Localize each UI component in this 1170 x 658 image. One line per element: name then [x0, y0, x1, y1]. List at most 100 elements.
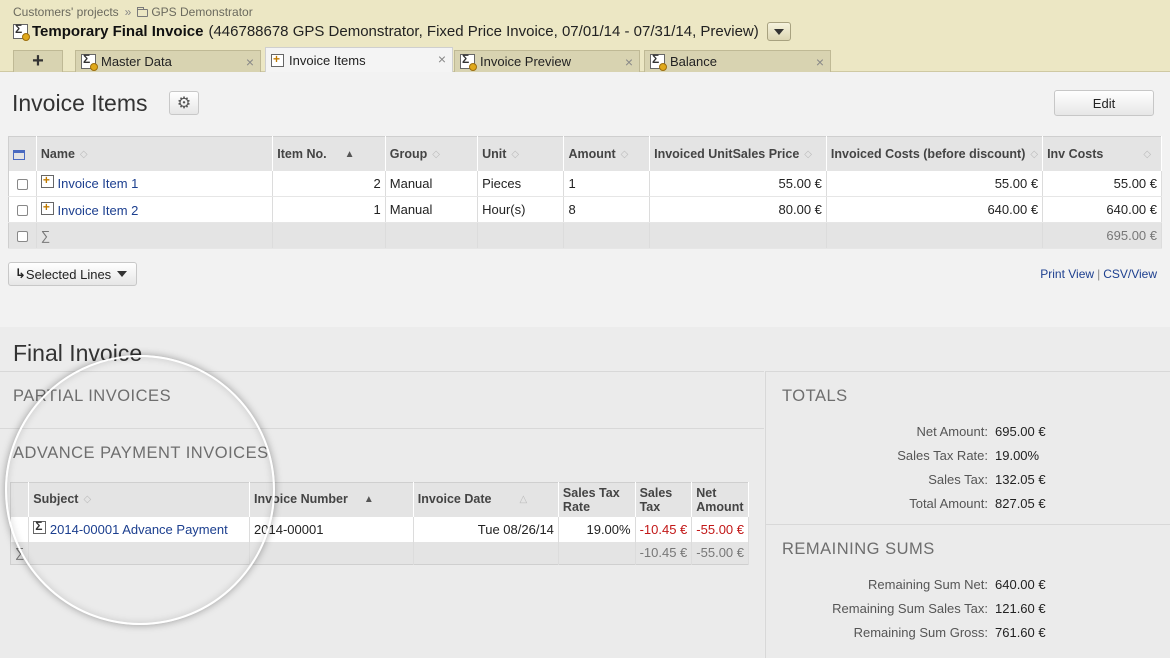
invoice-icon — [33, 519, 47, 534]
net-amount-cell: -55.00 € — [691, 516, 749, 542]
sort-icon: ◇ — [804, 148, 812, 160]
column-header-subject[interactable]: Subject ◇ — [28, 482, 251, 517]
invoice-item-link[interactable]: Invoice Item 2 — [57, 203, 138, 218]
sort-icon: ◇ — [1030, 148, 1039, 160]
sum-symbol: ∑ — [36, 222, 274, 249]
advance-payment-table: Subject ◇ Invoice Number ▲ Invoice Date △ S… — [10, 482, 749, 565]
sort-icon: ◇ — [83, 494, 92, 506]
unit-price-cell: 80.00 € — [649, 196, 827, 223]
column-label: Item No. — [277, 146, 327, 161]
close-icon[interactable]: × — [438, 51, 446, 67]
column-header-sales-tax[interactable]: Sales Tax — [635, 482, 693, 517]
total-value: 132.05 € — [995, 472, 1046, 487]
table-row[interactable]: Invoice Item 2 1 Manual Hour(s) 8 80.00 … — [8, 196, 1162, 223]
row-checkbox[interactable] — [16, 205, 28, 217]
sort-icon: ◇ — [620, 148, 629, 160]
sum-inv-costs: 695.00 € — [1042, 222, 1162, 249]
column-header-invoice-date[interactable]: Invoice Date △ — [413, 482, 559, 517]
remaining-value: 761.60 € — [995, 625, 1046, 640]
invoice-item-icon — [271, 52, 284, 67]
invoice-date-cell: Tue 08/26/14 — [413, 516, 559, 542]
total-value: 695.00 € — [995, 424, 1046, 439]
add-tab-button[interactable]: + — [13, 50, 63, 72]
header-title: Temporary Final Invoice — [32, 23, 204, 40]
totals-column: TOTALS Net Amount: 695.00 € Sales Tax Ra… — [765, 371, 1170, 658]
tab-invoice-items[interactable]: Invoice Items × — [265, 47, 453, 73]
total-label: Sales Tax: — [928, 472, 988, 487]
total-label: Total Amount: — [909, 496, 988, 511]
invoice-item-link[interactable]: Invoice Item 1 — [57, 176, 138, 191]
invoice-icon — [81, 52, 98, 71]
column-header-unit-sales-price[interactable]: Invoiced UnitSales Price ◇ — [649, 136, 827, 171]
column-label: Invoice Number — [254, 492, 348, 507]
remaining-value: 640.00 € — [995, 577, 1046, 592]
selected-lines-button[interactable]: ↳ Selected Lines — [8, 262, 137, 286]
row-checkbox[interactable] — [16, 178, 28, 190]
column-header-name[interactable]: Name ◇ — [36, 136, 274, 171]
tab-label: Balance — [670, 54, 717, 69]
costs-cell: 640.00 € — [826, 196, 1044, 223]
column-settings-icon — [13, 149, 25, 160]
csv-view-link[interactable]: CSV/View — [1103, 267, 1157, 281]
return-arrow-icon: ↳ — [15, 266, 26, 281]
column-label: Sales Tax Rate — [562, 485, 620, 514]
partial-invoices-caption: PARTIAL INVOICES — [13, 387, 172, 405]
tab-invoice-preview[interactable]: Invoice Preview × — [454, 50, 640, 72]
invoice-icon — [650, 52, 667, 71]
advance-payment-caption: ADVANCE PAYMENT INVOICES — [13, 444, 269, 462]
table-row[interactable]: 2014-00001 Advance Payment 2014-00001 Tu… — [10, 516, 749, 542]
column-header-sales-tax-rate[interactable]: Sales Tax Rate — [558, 482, 636, 517]
invoice-icon — [13, 22, 30, 41]
edit-button[interactable]: Edit — [1054, 90, 1154, 116]
total-sales-tax: Sales Tax: 132.05 € — [766, 472, 1170, 492]
sum-row: ∑ -10.45 € -55.00 € — [10, 541, 749, 565]
invoice-items-panel: Invoice Items ⚙ Edit Name ◇ Item No. ▲ Gro… — [0, 72, 1170, 327]
close-icon[interactable]: × — [625, 54, 633, 70]
inv-costs-cell: 55.00 € — [1042, 170, 1162, 197]
invoices-column: PARTIAL INVOICES ADVANCE PAYMENT INVOICE… — [0, 371, 764, 658]
sort-icon: ◇ — [79, 148, 88, 160]
group-cell: Manual — [385, 170, 479, 197]
breadcrumb: Customers' projects » GPS Demonstrator — [13, 5, 253, 19]
total-sales-tax-rate: Sales Tax Rate: 19.00% — [766, 448, 1170, 468]
header-dropdown-button[interactable] — [766, 22, 791, 41]
chevron-down-icon — [117, 271, 128, 277]
breadcrumb-customers-projects[interactable]: Customers' projects — [13, 5, 119, 19]
column-header-net-amount[interactable]: Net Amount — [691, 482, 749, 517]
sum-net-amount: -55.00 € — [691, 541, 749, 565]
column-header-amount[interactable]: Amount ◇ — [563, 136, 651, 171]
invoice-number-cell: 2014-00001 — [249, 516, 414, 542]
remaining-sum-gross: Remaining Sum Gross: 761.60 € — [766, 625, 1170, 645]
sum-row: ∑ 695.00 € — [8, 222, 1162, 249]
tax-rate-cell: 19.00% — [558, 516, 636, 542]
settings-button[interactable]: ⚙ — [169, 91, 199, 115]
advance-invoice-link[interactable]: 2014-00001 Advance Payment — [50, 522, 228, 537]
sort-icon: ◇ — [1143, 148, 1152, 160]
remaining-sum-sales-tax: Remaining Sum Sales Tax: 121.60 € — [766, 601, 1170, 621]
column-label: Invoiced UnitSales Price — [654, 146, 800, 161]
remaining-label: Remaining Sum Sales Tax: — [832, 601, 988, 616]
column-label: Net Amount — [696, 485, 744, 514]
breadcrumb-project[interactable]: GPS Demonstrator — [137, 5, 253, 19]
tab-master-data[interactable]: Master Data × — [75, 50, 261, 72]
column-header-inv-costs[interactable]: Inv Costs ◇ — [1042, 136, 1162, 171]
select-all-checkbox[interactable] — [16, 231, 28, 243]
close-icon[interactable]: × — [246, 54, 254, 70]
table-row[interactable]: Invoice Item 1 2 Manual Pieces 1 55.00 €… — [8, 170, 1162, 197]
total-label: Net Amount: — [916, 424, 988, 439]
column-header-item-no[interactable]: Item No. ▲ — [272, 136, 386, 171]
group-cell: Manual — [385, 196, 479, 223]
invoice-item-icon — [40, 173, 54, 189]
tab-balance[interactable]: Balance × — [644, 50, 831, 72]
print-view-link[interactable]: Print View — [1040, 267, 1094, 281]
column-header-group[interactable]: Group ◇ — [385, 136, 479, 171]
column-header-invoiced-costs[interactable]: Invoiced Costs (before discount) ◇ — [826, 136, 1044, 171]
unit-cell: Pieces — [477, 170, 565, 197]
column-header-invoice-number[interactable]: Invoice Number ▲ — [249, 482, 414, 517]
column-label: Subject — [33, 492, 79, 507]
column-header-unit[interactable]: Unit ◇ — [477, 136, 565, 171]
unit-price-cell: 55.00 € — [649, 170, 827, 197]
column-chooser[interactable] — [8, 136, 37, 171]
view-links: Print View | CSV/View — [1040, 267, 1157, 281]
close-icon[interactable]: × — [816, 54, 824, 70]
